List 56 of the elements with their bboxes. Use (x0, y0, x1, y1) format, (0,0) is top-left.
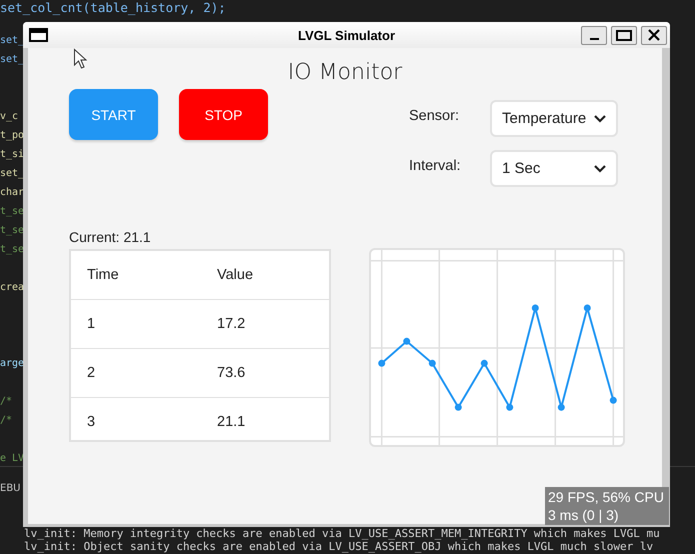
code-line: t_se (0, 243, 24, 257)
performance-text: 3 ms (0 | 3) (548, 506, 620, 524)
code-line: v_c (0, 110, 18, 124)
field-label: Interval: (409, 158, 462, 174)
column-header: Time (86, 266, 120, 285)
data-point (428, 360, 436, 367)
data-point (506, 404, 514, 411)
code-line: /* (0, 414, 12, 428)
code-line: t_se (0, 205, 24, 219)
dropdown[interactable]: Temperature (490, 100, 618, 137)
current-reading: Current: 21.1 (69, 229, 151, 245)
data-point (584, 304, 591, 312)
window-title: LVGL Simulator (296, 28, 396, 42)
maximize-icon (616, 30, 632, 40)
data-point (610, 396, 617, 404)
code-line: e LV (0, 452, 24, 466)
code-line: char (0, 186, 24, 200)
table-cell-text: 1 (86, 315, 96, 334)
table-cell-text: 2 (86, 364, 96, 383)
chevron-down-icon (593, 164, 607, 174)
window-icon (29, 28, 48, 42)
data-point (378, 360, 386, 367)
action-button[interactable]: STOP (179, 89, 268, 140)
data-point (558, 404, 565, 411)
data-point (454, 404, 462, 411)
data-point (480, 360, 488, 367)
code-line: set_ (0, 53, 24, 67)
minimize-button[interactable] (581, 26, 607, 44)
screen-title: IO Monitor (286, 59, 404, 87)
table-cell-text: 3 (86, 413, 96, 432)
data-point (532, 304, 539, 312)
code-line: t_si (0, 148, 24, 162)
dropdown[interactable]: 1 Sec (490, 150, 618, 187)
code-line: set_col_cnt(table_history, 2); (0, 0, 226, 16)
column-header: Value (216, 266, 254, 285)
data-point (403, 338, 410, 345)
maximize-button[interactable] (611, 26, 637, 44)
panel-tab[interactable]: EBU (0, 479, 20, 499)
performance-text: 29 FPS, 56% CPU (548, 488, 665, 506)
console-line: lv_init: Object sanity checks are enabled via LV_USE_ASSERT_OBJ which makes LVGL much slower lv (24, 540, 654, 553)
console-line: lv_init: Memory integrity checks are enabled via LV_USE_ASSERT_MEM_INTEGRITY which makes LVGL mu (24, 527, 661, 540)
table-cell-text: 17.2 (216, 315, 246, 334)
code-line: set_ (0, 167, 24, 181)
table-cell-text: 73.6 (216, 364, 246, 383)
code-line: /* (0, 395, 12, 409)
close-icon (648, 29, 660, 41)
code-line: crea (0, 281, 24, 295)
table-cell-text: 21.1 (216, 413, 246, 432)
code-line: arge (0, 357, 24, 371)
code-line: set_ (0, 34, 24, 48)
minimize-icon (590, 38, 598, 40)
close-button[interactable] (641, 26, 667, 44)
code-line: t_se (0, 224, 24, 238)
chevron-down-icon (593, 114, 607, 124)
code-line: t_po (0, 129, 24, 143)
field-label: Sensor: (409, 108, 460, 124)
